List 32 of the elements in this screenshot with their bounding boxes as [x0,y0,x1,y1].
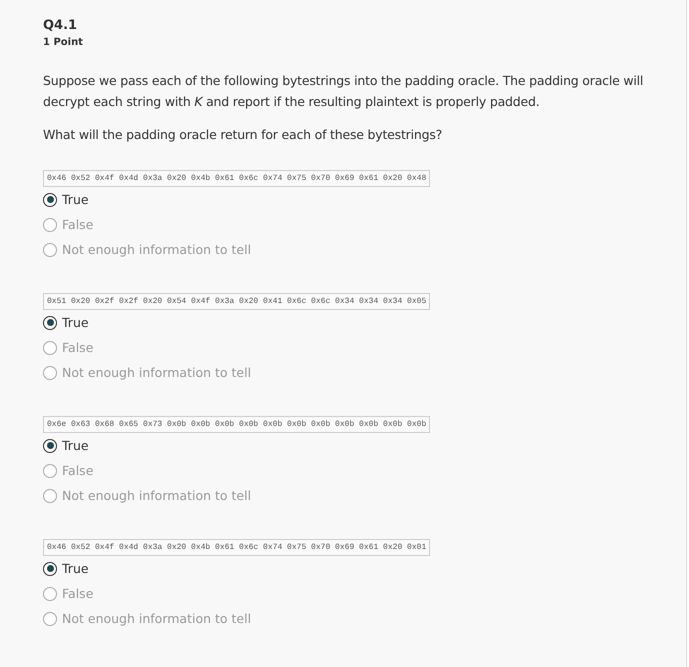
option-label[interactable]: Not enough information to tell [62,365,252,380]
question-text: What will the padding oracle return for each of these bytestrings? [43,126,444,144]
option-label[interactable]: True [62,561,89,576]
points-label: 1 Point [43,36,84,50]
option-label[interactable]: False [62,217,94,232]
question-title: Q4.1 [43,17,78,35]
radio-button[interactable] [43,316,57,330]
radio-button[interactable] [43,242,57,256]
bytestring-code: 0x51 0x20 0x2f 0x2f 0x20 0x54 0x4f 0x3a 0x20 0x41 0x6c 0x6c 0x34 0x34 0x34 0x05 [43,293,430,310]
radio-button[interactable] [43,586,57,600]
question-text: Suppose we pass each of the following bytestrings into the padding oracle. The padding oracle will decrypt each string with K and report if the resulting plaintext is properly padded. [43,72,644,111]
radio-button[interactable] [43,488,57,502]
radio-button[interactable] [43,340,57,354]
radio-button[interactable] [43,192,57,206]
radio-button[interactable] [43,612,57,626]
option-label[interactable]: Not enough information to tell [62,611,252,626]
option-label[interactable]: Not enough information to tell [62,242,252,257]
bytestring-code: 0x46 0x52 0x4f 0x4d 0x3a 0x20 0x4b 0x61 0x6c 0x74 0x75 0x70 0x69 0x61 0x20 0x01 [43,539,430,556]
bytestring-code: 0x6e 0x63 0x68 0x65 0x73 0x0b 0x0b 0x0b 0x0b 0x0b 0x0b 0x0b 0x0b 0x0b 0x0b 0x0b [43,416,430,433]
option-label[interactable]: False [62,586,94,601]
radio-button[interactable] [43,438,57,452]
option-label[interactable]: Not enough information to tell [62,488,252,503]
radio-button[interactable] [43,366,57,380]
radio-button[interactable] [43,562,57,576]
option-label[interactable]: True [62,192,89,207]
radio-button[interactable] [43,218,57,232]
option-label[interactable]: False [62,463,94,478]
option-label[interactable]: True [62,438,89,453]
radio-button[interactable] [43,464,57,478]
bytestring-code: 0x46 0x52 0x4f 0x4d 0x3a 0x20 0x4b 0x61 0x6c 0x74 0x75 0x70 0x69 0x61 0x20 0x48 [43,170,430,187]
option-label[interactable]: True [62,315,89,330]
option-label[interactable]: False [62,340,94,355]
